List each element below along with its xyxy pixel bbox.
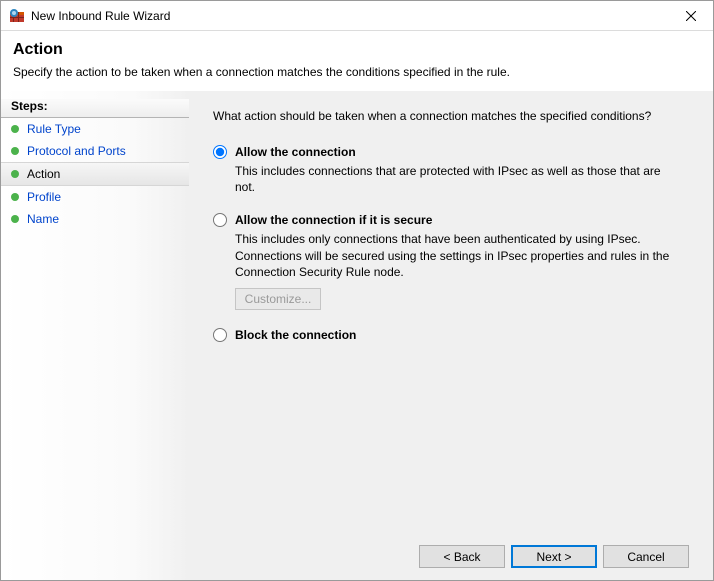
wizard-body: Steps: Rule Type Protocol and Ports Acti… (1, 91, 713, 580)
option-allow-secure-row[interactable]: Allow the connection if it is secure (213, 213, 689, 227)
bullet-icon (11, 193, 19, 201)
bullet-icon (11, 147, 19, 155)
option-allow-row[interactable]: Allow the connection (213, 145, 689, 159)
bullet-icon (11, 215, 19, 223)
customize-button: Customize... (235, 288, 321, 310)
step-label: Profile (27, 190, 61, 204)
step-protocol-and-ports[interactable]: Protocol and Ports (1, 140, 189, 162)
window-title: New Inbound Rule Wizard (31, 9, 669, 23)
option-allow-desc: This includes connections that are prote… (235, 163, 675, 195)
bullet-icon (11, 170, 19, 178)
radio-allow-secure[interactable] (213, 213, 227, 227)
content-pane: What action should be taken when a conne… (189, 91, 713, 580)
steps-sidebar: Steps: Rule Type Protocol and Ports Acti… (1, 91, 189, 580)
step-label: Protocol and Ports (27, 144, 126, 158)
wizard-window: New Inbound Rule Wizard Action Specify t… (0, 0, 714, 581)
option-allow: Allow the connection This includes conne… (213, 145, 689, 195)
step-profile[interactable]: Profile (1, 186, 189, 208)
steps-header: Steps: (1, 99, 189, 118)
option-allow-label: Allow the connection (235, 145, 356, 159)
radio-block[interactable] (213, 328, 227, 342)
option-block-label: Block the connection (235, 328, 356, 342)
firewall-icon (9, 8, 25, 24)
step-label: Rule Type (27, 122, 81, 136)
step-label: Action (27, 167, 60, 181)
next-button[interactable]: Next > (511, 545, 597, 568)
option-allow-secure: Allow the connection if it is secure Thi… (213, 213, 689, 310)
radio-allow[interactable] (213, 145, 227, 159)
back-button[interactable]: < Back (419, 545, 505, 568)
titlebar: New Inbound Rule Wizard (1, 1, 713, 31)
wizard-footer: < Back Next > Cancel (213, 533, 689, 568)
content-prompt: What action should be taken when a conne… (213, 109, 689, 123)
cancel-button[interactable]: Cancel (603, 545, 689, 568)
option-allow-secure-label: Allow the connection if it is secure (235, 213, 432, 227)
option-allow-secure-desc: This includes only connections that have… (235, 231, 675, 280)
wizard-header: Action Specify the action to be taken wh… (1, 31, 713, 91)
step-label: Name (27, 212, 59, 226)
step-rule-type[interactable]: Rule Type (1, 118, 189, 140)
content-inner: What action should be taken when a conne… (213, 109, 689, 533)
close-button[interactable] (669, 1, 713, 31)
step-name[interactable]: Name (1, 208, 189, 230)
option-block-row[interactable]: Block the connection (213, 328, 689, 342)
page-title: Action (13, 41, 701, 59)
option-block: Block the connection (213, 328, 689, 342)
step-action[interactable]: Action (1, 162, 189, 186)
bullet-icon (11, 125, 19, 133)
page-description: Specify the action to be taken when a co… (13, 65, 701, 79)
close-icon (686, 11, 696, 21)
